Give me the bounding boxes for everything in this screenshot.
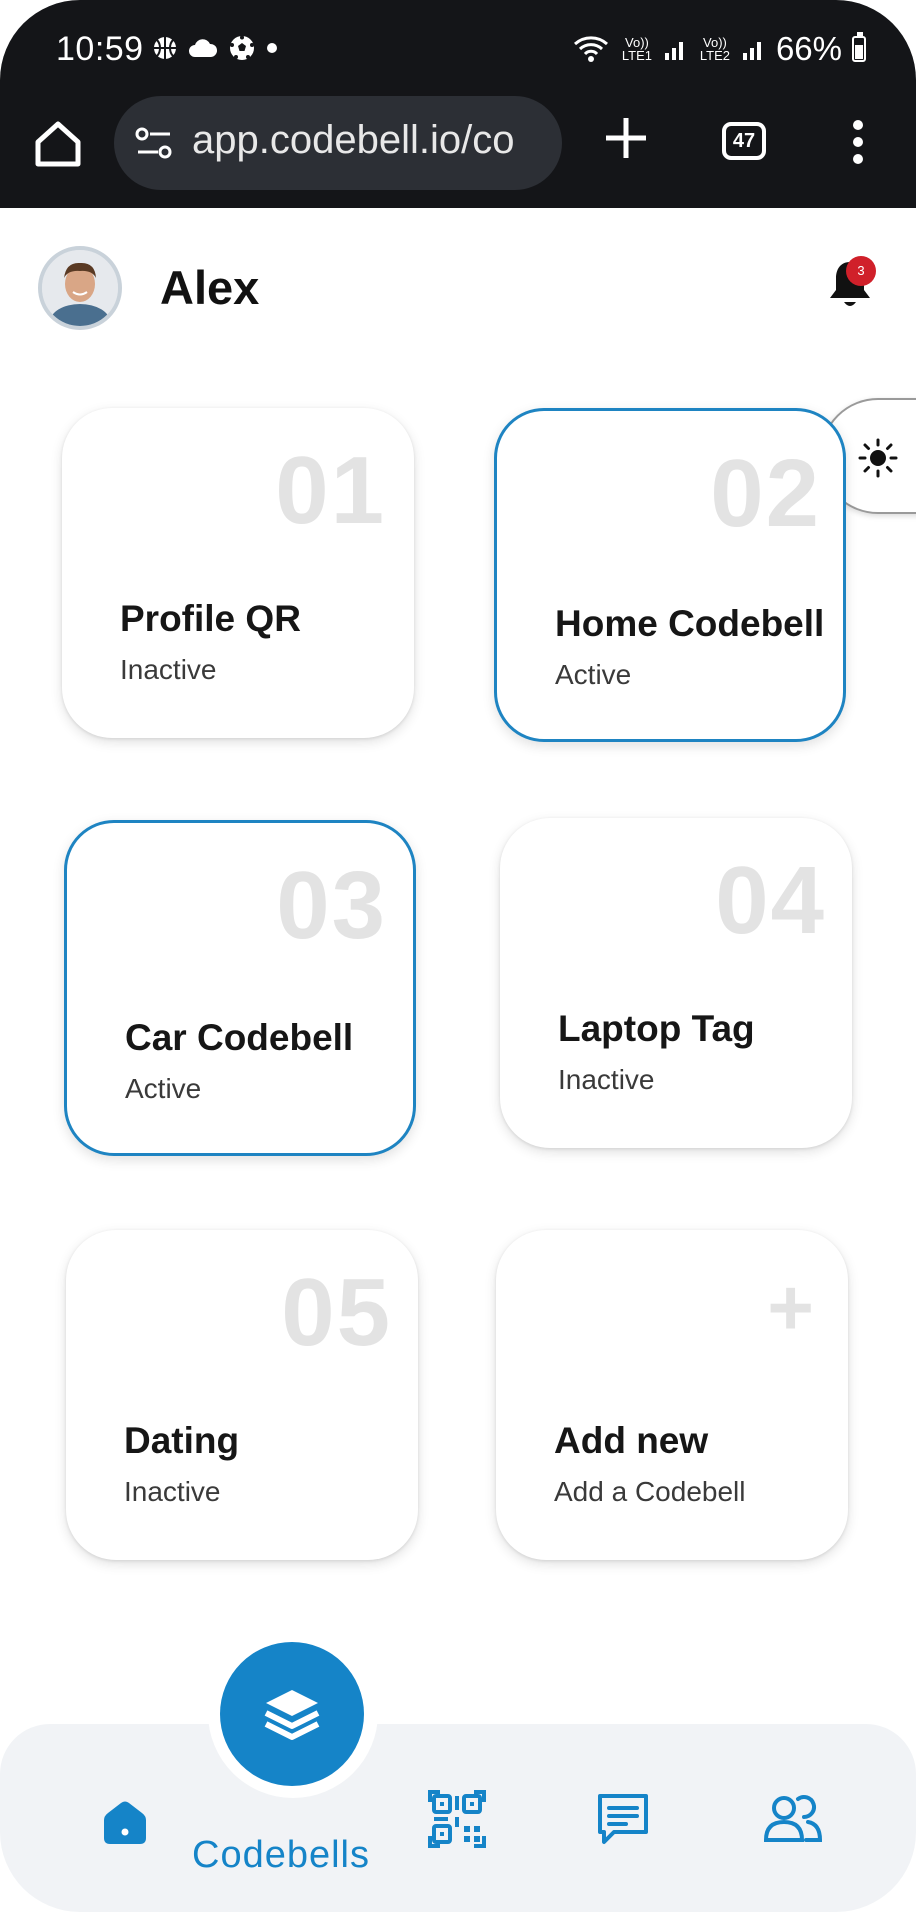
basketball-icon	[154, 37, 176, 59]
add-codebell-card[interactable]: + Add new Add a Codebell	[496, 1230, 848, 1560]
tab-switcher-button[interactable]: 47	[722, 122, 766, 160]
signal-icon	[664, 42, 683, 60]
sim2-label: Vo)) LTE2	[699, 35, 730, 63]
phone-screen: 10:59 Vo)) LTE1 Vo)) LTE2 66% app.codebe…	[0, 0, 916, 1912]
card-title: Dating	[124, 1420, 240, 1461]
card-status: Active	[125, 1073, 202, 1104]
sim1-label: Vo)) LTE1	[621, 35, 652, 63]
browser-chrome: 10:59 Vo)) LTE1 Vo)) LTE2 66% app.codebe…	[0, 0, 916, 208]
chat-icon[interactable]	[594, 1790, 652, 1848]
signal-icon	[742, 42, 761, 60]
people-icon[interactable]	[762, 1794, 824, 1844]
codebell-card-01[interactable]: 01 Profile QR Inactive	[62, 408, 414, 738]
card-title: Add new	[554, 1420, 709, 1461]
address-bar[interactable]: app.codebell.io/co	[114, 96, 562, 190]
codebell-card-03[interactable]: 03 Car Codebell Active	[64, 820, 416, 1156]
sun-icon	[858, 438, 898, 478]
card-subtitle: Add a Codebell	[554, 1476, 746, 1507]
site-settings-icon[interactable]	[134, 126, 174, 160]
status-right: Vo)) LTE1 Vo)) LTE2 66%	[572, 30, 866, 68]
card-title: Profile QR	[120, 598, 301, 639]
card-number: 05	[281, 1259, 392, 1366]
add-plus-icon: +	[767, 1263, 814, 1352]
username: Alex	[160, 261, 260, 314]
status-bar: 10:59 Vo)) LTE1 Vo)) LTE2 66%	[0, 0, 916, 90]
status-notification-icons	[152, 34, 278, 62]
card-status: Active	[555, 659, 632, 690]
qr-code-icon[interactable]	[428, 1790, 486, 1848]
user-photo-icon	[42, 250, 118, 326]
avatar[interactable]	[38, 246, 122, 330]
codebell-card-05[interactable]: 05 Dating Inactive	[66, 1230, 418, 1560]
notification-badge: 3	[846, 256, 876, 286]
card-status: Inactive	[120, 654, 217, 685]
browser-menu-icon[interactable]	[850, 118, 866, 166]
new-tab-icon[interactable]	[600, 112, 652, 164]
dot-icon	[267, 43, 277, 53]
card-title: Home Codebell	[555, 603, 825, 644]
codebells-fab-button[interactable]	[220, 1642, 364, 1786]
battery-percent: 66%	[775, 30, 842, 67]
soccer-ball-icon	[230, 35, 254, 60]
card-number: 04	[715, 847, 826, 954]
cloud-icon	[189, 39, 218, 57]
card-status: Inactive	[558, 1064, 655, 1095]
card-status: Inactive	[124, 1476, 221, 1507]
codebell-card-04[interactable]: 04 Laptop Tag Inactive	[500, 818, 852, 1148]
nav-codebells-label[interactable]: Codebells	[192, 1834, 370, 1877]
url-text[interactable]: app.codebell.io/co	[192, 118, 552, 163]
url-bar-row: app.codebell.io/co 47	[0, 92, 916, 202]
card-number: 01	[275, 437, 386, 544]
codebell-card-02[interactable]: 02 Home Codebell Active	[494, 408, 846, 742]
card-title: Car Codebell	[125, 1017, 354, 1058]
home-icon[interactable]	[100, 1800, 150, 1846]
status-time: 10:59	[56, 30, 144, 68]
battery-icon	[852, 32, 866, 62]
card-title: Laptop Tag	[558, 1008, 755, 1049]
browser-home-icon[interactable]	[30, 116, 86, 172]
card-number: 02	[710, 440, 821, 547]
layers-icon	[264, 1690, 320, 1740]
wifi-icon	[573, 36, 608, 62]
card-number: 03	[276, 852, 387, 959]
